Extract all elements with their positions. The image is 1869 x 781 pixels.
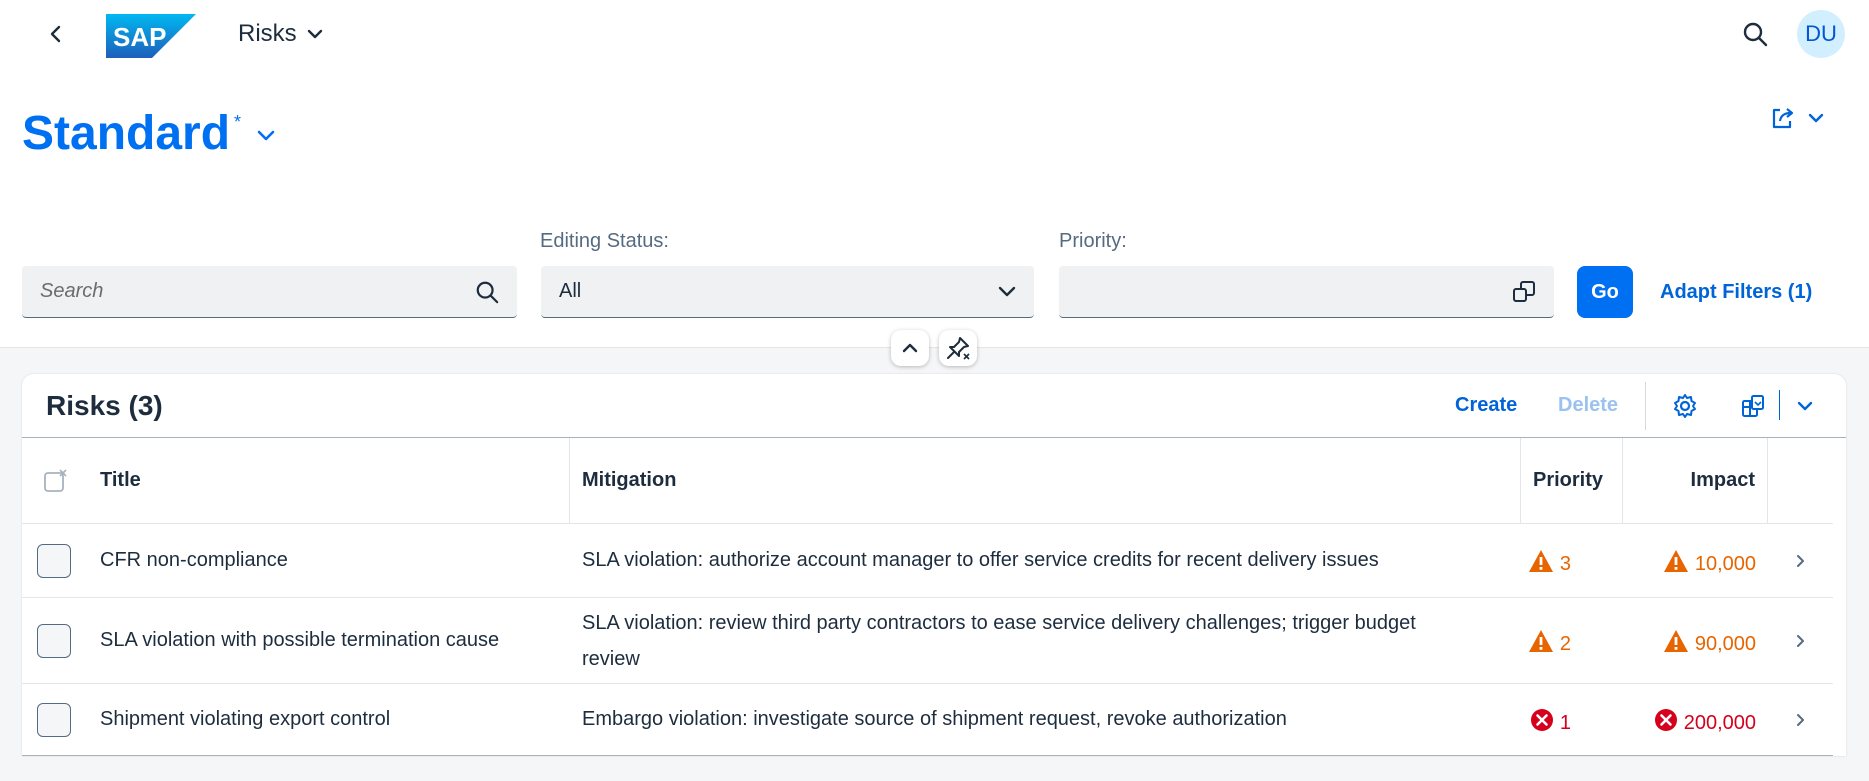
risk-mitigation: SLA violation: review third party contra… — [582, 598, 1502, 683]
back-button[interactable] — [42, 20, 70, 48]
dynamic-page-header: Standard * Search Editing Status: All Pr… — [0, 68, 1869, 348]
priority-status: 1 — [1521, 684, 1571, 755]
user-avatar[interactable]: DU — [1797, 10, 1845, 58]
priority-value: 1 — [1559, 712, 1571, 734]
impact-value: 10,000 — [1694, 553, 1756, 575]
export-options-button[interactable] — [1787, 388, 1823, 424]
warning-triangle-icon — [1528, 549, 1553, 572]
search-input[interactable]: Search — [22, 266, 517, 318]
editing-status-label: Editing Status: — [540, 230, 669, 252]
chevron-right-icon — [1796, 713, 1804, 726]
go-button[interactable]: Go — [1577, 266, 1633, 318]
app-title: Risks — [238, 20, 297, 47]
warning-triangle-icon — [1528, 629, 1553, 652]
svg-text:SAP: SAP — [113, 22, 166, 52]
app-title-menu[interactable]: Risks — [238, 20, 323, 48]
shell-search-button[interactable] — [1738, 17, 1772, 51]
share-icon — [1772, 108, 1794, 129]
search-icon[interactable] — [475, 280, 499, 304]
collapse-header-button[interactable] — [891, 330, 929, 366]
risk-title: SLA violation with possible termination … — [100, 629, 500, 651]
table-row[interactable]: Shipment violating export control Embarg… — [22, 684, 1833, 756]
chevron-up-icon — [902, 343, 918, 353]
priority-status: 2 — [1521, 598, 1571, 683]
priority-value: 2 — [1559, 633, 1571, 655]
export-spreadsheet-icon — [1742, 395, 1764, 417]
priority-input[interactable] — [1059, 266, 1554, 318]
row-navigation[interactable] — [1768, 524, 1833, 597]
sap-logo[interactable]: SAP — [106, 14, 196, 58]
impact-value: 90,000 — [1694, 633, 1756, 655]
impact-value: 200,000 — [1683, 712, 1756, 734]
warning-triangle-icon — [1663, 549, 1688, 572]
search-placeholder: Search — [40, 280, 104, 302]
impact-status: 200,000 — [1623, 684, 1756, 755]
table-settings-button[interactable] — [1667, 388, 1703, 424]
mitigation-line: SLA violation: review third party contra… — [582, 611, 1416, 634]
row-select-checkbox[interactable] — [37, 702, 71, 737]
row-navigation[interactable] — [1768, 598, 1833, 683]
search-icon — [1743, 22, 1768, 47]
variant-management[interactable]: Standard * — [22, 104, 275, 164]
table-row[interactable]: SLA violation with possible termination … — [22, 598, 1833, 684]
delete-button[interactable]: Delete — [1558, 394, 1618, 417]
row-select-checkbox[interactable] — [37, 543, 71, 578]
chevron-down-icon — [307, 29, 322, 39]
variant-name: Standard — [22, 107, 231, 160]
impact-status: 10,000 — [1623, 524, 1756, 597]
risk-mitigation: SLA violation: authorize account manager… — [582, 549, 1379, 571]
column-header-title[interactable]: Title — [22, 438, 570, 523]
risk-mitigation: Embargo violation: investigate source of… — [582, 708, 1287, 730]
error-icon — [1654, 708, 1677, 731]
table-row[interactable]: CFR non-compliance SLA violation: author… — [22, 524, 1833, 598]
priority-label: Priority: — [1059, 230, 1127, 252]
export-button[interactable] — [1735, 388, 1771, 424]
chevron-down-icon — [998, 286, 1016, 296]
toolbar-separator — [1645, 382, 1646, 430]
row-navigation[interactable] — [1768, 684, 1833, 755]
chevron-down-icon — [257, 130, 275, 141]
editing-status-value: All — [559, 280, 582, 302]
value-help-icon[interactable] — [1512, 280, 1536, 304]
column-header-priority[interactable]: Priority — [1521, 438, 1623, 523]
pin-header-button[interactable] — [939, 330, 977, 366]
create-button[interactable]: Create — [1455, 394, 1517, 417]
adapt-filters-button[interactable]: Adapt Filters (1) — [1660, 281, 1812, 304]
pin-icon — [947, 337, 970, 360]
shell-bar: SAP Risks DU — [0, 0, 1869, 68]
chevron-right-icon — [1796, 554, 1804, 567]
risk-title: CFR non-compliance — [100, 549, 288, 571]
chevron-down-icon — [1808, 113, 1824, 123]
impact-status: 90,000 — [1623, 598, 1756, 683]
table-header-row: Title Mitigation Priority Impact — [22, 438, 1833, 524]
priority-status: 3 — [1521, 524, 1571, 597]
risks-table-card: Risks (3) Create Delete Title Mitigation… — [22, 374, 1846, 756]
row-select-checkbox[interactable] — [37, 623, 71, 658]
column-header-mitigation[interactable]: Mitigation — [570, 438, 1521, 523]
error-icon — [1530, 708, 1553, 731]
editing-status-select[interactable]: All — [541, 266, 1034, 318]
share-menu-button[interactable] — [1770, 106, 1824, 130]
split-button-separator — [1779, 390, 1780, 420]
risk-title: Shipment violating export control — [100, 708, 391, 730]
chevron-left-icon — [50, 25, 61, 43]
gear-icon — [1674, 394, 1696, 418]
variant-modified-marker: * — [234, 112, 242, 132]
chevron-right-icon — [1796, 634, 1804, 647]
warning-triangle-icon — [1663, 629, 1688, 652]
mitigation-line: review — [582, 647, 640, 670]
table-toolbar: Risks (3) Create Delete — [22, 374, 1846, 438]
table-title: Risks (3) — [46, 390, 163, 421]
chevron-down-icon — [1797, 401, 1813, 411]
column-header-impact[interactable]: Impact — [1623, 438, 1768, 523]
priority-value: 3 — [1559, 553, 1571, 575]
